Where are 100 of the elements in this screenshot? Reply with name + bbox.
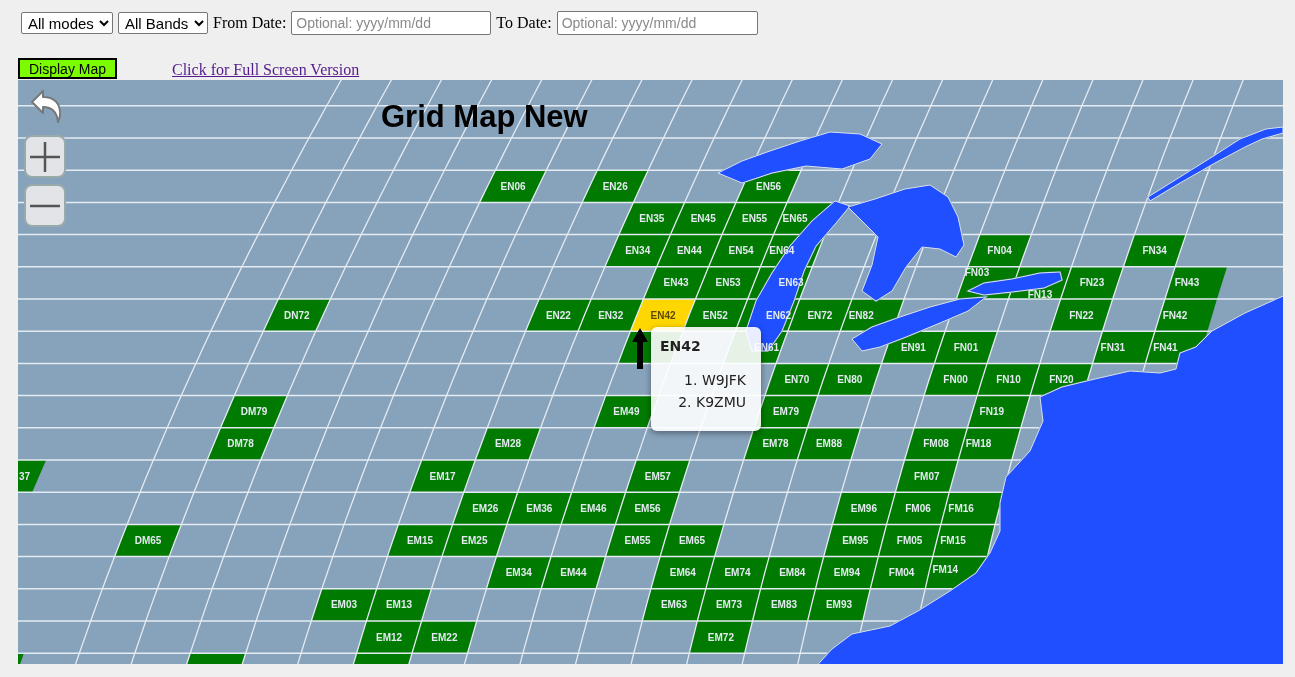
map-title: Grid Map New <box>381 98 588 136</box>
grid-square-label: EM96 <box>850 502 877 514</box>
grid-square-label: FN13 <box>1027 289 1053 301</box>
mode-select[interactable]: All modes <box>21 12 113 34</box>
grid-square-label: EN34 <box>625 245 651 257</box>
grid-square-label: FN31 <box>1100 341 1126 353</box>
grid-square-label: EM84 <box>779 567 806 579</box>
grid-square-label: FN04 <box>987 245 1012 257</box>
list-item: 1. W9JFK <box>684 371 746 390</box>
grid-square-label: EM83 <box>770 599 798 611</box>
minus-icon <box>29 203 61 208</box>
grid-square-label: EM72 <box>707 631 734 643</box>
grid-square-label: FN01 <box>953 341 979 353</box>
band-select[interactable]: All Bands <box>118 12 208 34</box>
grid-square-label: EN55 <box>742 213 768 224</box>
grid-square-label: EN72 <box>807 309 833 321</box>
grid-square-label: DN72 <box>284 309 310 321</box>
grid-square-label: FN43 <box>1174 277 1200 289</box>
grid-square-label: FM08 <box>923 438 949 450</box>
grid-square-label: EN35 <box>639 213 665 224</box>
grid-square-label: EM22 <box>431 631 458 643</box>
grid-square-label: FM04 <box>888 567 915 579</box>
grid-square-label: EM49 <box>613 406 640 418</box>
grid-square-label: FM18 <box>965 438 992 450</box>
grid-square-label: EN80 <box>837 374 863 385</box>
grid-square-label: FN42 <box>1162 309 1188 321</box>
grid-square-label: EM12 <box>376 631 403 643</box>
grid-square-label: FN34 <box>1142 245 1167 257</box>
grid-square-label: EN06 <box>500 180 526 192</box>
grid-square-label: EN82 <box>848 309 874 321</box>
grid-square-label: EM88 <box>815 438 843 450</box>
grid-square-label: FN20 <box>1049 374 1074 385</box>
grid-square-label: EM73 <box>715 599 743 611</box>
grid-square-label: EM94 <box>833 567 860 579</box>
grid-square-label: EM63 <box>660 599 688 611</box>
grid-square-label: EN53 <box>715 277 741 289</box>
grid-square-label: FM05 <box>896 535 923 546</box>
grid-square-label: FM07 <box>914 470 940 482</box>
grid-square-label: EM34 <box>505 567 532 579</box>
grid-square-label: EN43 <box>663 277 689 289</box>
grid-square-label: EM78 <box>762 438 789 450</box>
grid-square-label: EN65 <box>782 213 808 224</box>
grid-square-label: EN70 <box>784 374 810 385</box>
grid-square-label: EM65 <box>678 535 706 546</box>
zoom-in-button[interactable] <box>24 135 66 178</box>
grid-square-label: EN91 <box>900 341 926 353</box>
grid-square-label: FN00 <box>943 374 968 385</box>
grid-square-label: EN32 <box>598 309 624 321</box>
grid-square-label: EN54 <box>728 245 754 257</box>
grid-square-label: FN22 <box>1069 309 1094 321</box>
grid-square-label: EM79 <box>772 406 800 418</box>
grid-square-label: EM64 <box>669 567 696 579</box>
to-date-field[interactable]: Optional: yyyy/mm/dd <box>556 11 758 35</box>
grid-square-label: EM74 <box>724 567 751 579</box>
grid-square-label: FM15 <box>940 535 966 546</box>
grid-square-label: EM15 <box>406 535 434 546</box>
back-icon[interactable] <box>28 88 64 124</box>
grid-square-label: EM57 <box>644 470 671 482</box>
grid-square-label: FN03 <box>964 267 990 279</box>
grid-square-label: EN52 <box>702 309 728 321</box>
grid-square-label: FM14 <box>932 564 959 576</box>
full-screen-link[interactable]: Click for Full Screen Version <box>172 62 360 78</box>
popup-title: EN42 <box>660 337 701 356</box>
grid-square-label: EM93 <box>825 599 853 611</box>
zoom-out-button[interactable] <box>24 184 66 227</box>
list-item: 2. K9ZMU <box>678 393 746 412</box>
grid-square-label: EM17 <box>429 470 456 482</box>
grid-square-label: EN44 <box>676 245 702 257</box>
grid-square-label: EN22 <box>545 309 571 321</box>
to-date-label: To Date: <box>496 13 552 33</box>
grid-square-label: FM06 <box>905 502 931 514</box>
grid-square-label: EM56 <box>634 502 661 514</box>
grid-square-label: EM26 <box>472 502 499 514</box>
grid-square-label: EN45 <box>690 213 716 224</box>
grid-square-label: EM44 <box>560 567 587 579</box>
grid-square-label: FN10 <box>996 374 1021 385</box>
grid-square-label: FN23 <box>1079 277 1105 289</box>
grid-square-label: 37 <box>19 470 31 482</box>
grid-square-label: EM03 <box>330 599 358 611</box>
display-map-button[interactable]: Display Map <box>18 58 117 79</box>
grid-square-label: EN26 <box>602 180 628 192</box>
grid-square-label: EN56 <box>756 180 781 192</box>
from-date-field[interactable]: Optional: yyyy/mm/dd <box>291 11 492 35</box>
from-date-label: From Date: <box>213 13 287 33</box>
grid-square-label: EM13 <box>385 599 413 611</box>
grid-square-label: DM65 <box>134 535 162 546</box>
grid-square-label: EM36 <box>526 502 553 514</box>
grid-square-label: FN41 <box>1153 341 1178 353</box>
grid-square-label: EM46 <box>580 502 607 514</box>
up-arrow-icon <box>632 328 648 369</box>
grid-square-label: FN19 <box>979 406 1005 418</box>
grid-square-label: EM28 <box>494 438 522 450</box>
grid-square-label: EM25 <box>461 535 488 546</box>
map[interactable] <box>18 80 1283 664</box>
grid-square-label: DM79 <box>240 406 268 418</box>
grid-square-label: EM95 <box>842 535 869 546</box>
grid-square-label: FM16 <box>948 502 974 514</box>
plus-icon <box>29 140 61 173</box>
grid-square-label: EN42 <box>650 309 676 321</box>
grid-square-label: EM55 <box>624 535 651 546</box>
